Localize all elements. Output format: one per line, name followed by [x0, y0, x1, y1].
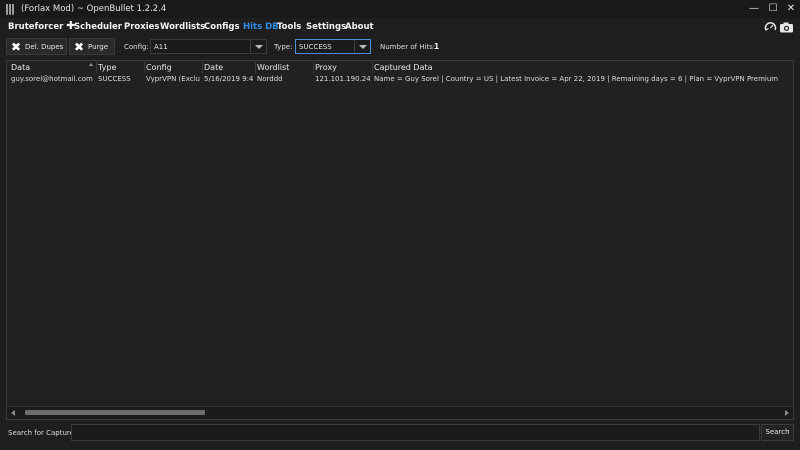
toolbar: ✖ Del. Dupes ✖ Purge Config: A11 Type: S… [0, 36, 800, 58]
horizontal-scrollbar[interactable] [7, 406, 793, 419]
title-bar: ||| (Forlax Mod) ~ OpenBullet 1.2.2.4 — … [0, 0, 800, 18]
menu-bruteforcer-label: Bruteforcer [8, 22, 64, 32]
hits-table: Data Type Config Date Wordlist Proxy Cap… [6, 60, 794, 420]
column-header-type[interactable]: Type [98, 63, 116, 72]
scrollbar-thumb[interactable] [25, 410, 205, 415]
config-select[interactable]: A11 [150, 39, 267, 54]
cell-date: 5/16/2019 9:48 [204, 75, 253, 83]
chevron-down-icon[interactable] [250, 40, 266, 53]
menu-wordlists[interactable]: Wordlists [160, 22, 205, 32]
column-header-data[interactable]: Data [11, 63, 30, 72]
column-header-config[interactable]: Config [146, 63, 172, 72]
menu-configs[interactable]: Configs [204, 22, 240, 32]
menu-about[interactable]: About [345, 22, 374, 32]
config-label: Config: [124, 43, 149, 51]
cell-config: VyprVPN (Exclus [146, 75, 200, 83]
menu-bruteforcer[interactable]: Bruteforcer ✚ [8, 20, 75, 32]
top-right-icons [764, 22, 793, 33]
menu-bar: Bruteforcer ✚ Scheduler Proxies Wordlist… [0, 18, 800, 36]
hits-label: Number of Hits: [380, 43, 436, 51]
cell-type: SUCCESS [98, 75, 131, 83]
config-select-value: A11 [154, 43, 168, 51]
menu-proxies[interactable]: Proxies [124, 22, 159, 32]
column-header-wordlist[interactable]: Wordlist [257, 63, 289, 72]
cell-wordlist: Norddd [257, 75, 283, 83]
del-dupes-button[interactable]: ✖ Del. Dupes [6, 38, 67, 55]
purge-x-icon: ✖ [74, 40, 85, 54]
search-capture-label: Search for Capture: [8, 429, 77, 437]
type-select-value: SUCCESS [299, 43, 332, 51]
chevron-down-icon[interactable] [354, 40, 370, 53]
scroll-right-arrow-icon[interactable] [785, 410, 789, 416]
column-header-proxy[interactable]: Proxy [315, 63, 337, 72]
minimize-button[interactable]: — [747, 2, 761, 16]
cell-data: guy.sorel@hotmail.com:Eu [11, 75, 93, 83]
delete-x-icon: ✖ [11, 40, 22, 54]
cell-captured-data: Name = Guy Sorel | Country = US | Latest… [374, 75, 779, 83]
menu-scheduler[interactable]: Scheduler [74, 22, 122, 32]
search-button[interactable]: Search [761, 424, 794, 441]
scroll-left-arrow-icon[interactable] [11, 410, 15, 416]
sort-arrow-icon [89, 63, 93, 66]
column-header-date[interactable]: Date [204, 63, 223, 72]
purge-label: Purge [88, 43, 109, 51]
close-button[interactable]: ✕ [784, 2, 798, 16]
menu-tools[interactable]: Tools [277, 22, 301, 32]
maximize-button[interactable]: ☐ [766, 2, 780, 16]
purge-button[interactable]: ✖ Purge [69, 38, 115, 55]
menu-settings[interactable]: Settings [306, 22, 346, 32]
app-logo-icon: ||| [5, 2, 15, 15]
column-divider[interactable] [372, 62, 373, 73]
type-select[interactable]: SUCCESS [295, 39, 371, 54]
column-divider[interactable] [144, 62, 145, 73]
search-bar: Search for Capture: Search [0, 423, 800, 443]
column-divider[interactable] [96, 62, 97, 73]
table-row[interactable]: guy.sorel@hotmail.com:Eu SUCCESS VyprVPN… [7, 74, 793, 85]
column-divider[interactable] [313, 62, 314, 73]
cell-proxy: 121.101.190.246: [315, 75, 370, 83]
type-label: Type: [274, 43, 293, 51]
search-capture-input[interactable] [71, 424, 760, 441]
menu-hits-db[interactable]: Hits DB [243, 22, 279, 32]
camera-icon[interactable] [780, 22, 793, 33]
column-header-captured-data[interactable]: Captured Data [374, 63, 433, 72]
column-divider[interactable] [255, 62, 256, 73]
hits-count: 1 [434, 42, 440, 51]
window-title: (Forlax Mod) ~ OpenBullet 1.2.2.4 [21, 4, 167, 14]
column-divider[interactable] [202, 62, 203, 73]
refresh-gauge-icon[interactable] [764, 22, 777, 31]
del-dupes-label: Del. Dupes [25, 43, 64, 51]
table-header: Data Type Config Date Wordlist Proxy Cap… [7, 61, 793, 73]
